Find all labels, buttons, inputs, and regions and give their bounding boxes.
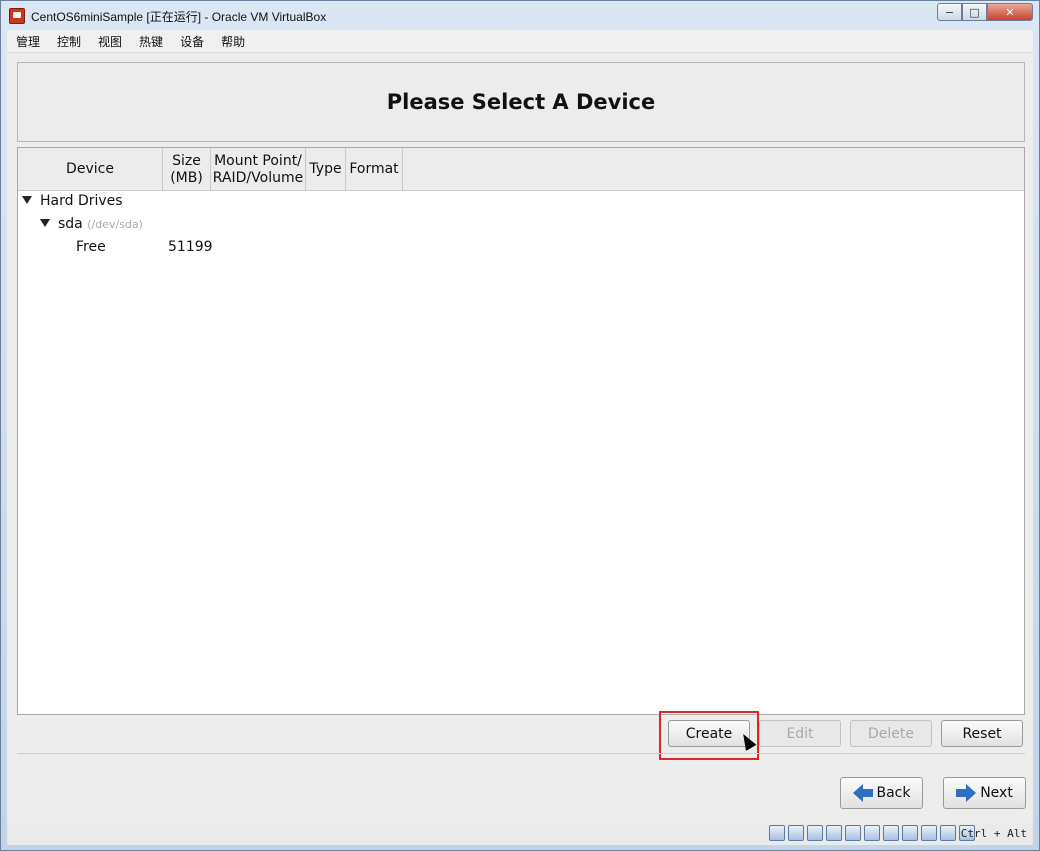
next-label: Next (980, 785, 1013, 801)
menu-manage[interactable]: 管理 (7, 33, 48, 50)
page-header: Please Select A Device (17, 62, 1025, 142)
tree-item-hard-drives[interactable]: Hard Drives (22, 193, 123, 209)
menu-hotkeys[interactable]: 热键 (130, 33, 171, 50)
column-size[interactable]: Size (MB) (163, 148, 211, 191)
column-format[interactable]: Format (346, 148, 403, 191)
menu-view[interactable]: 视图 (89, 33, 130, 50)
edit-button[interactable]: Edit (759, 720, 841, 747)
expander-down-icon[interactable] (22, 196, 32, 204)
column-device-label: Device (66, 161, 114, 177)
virtualbox-app-icon (9, 8, 25, 24)
reset-button[interactable]: Reset (941, 720, 1023, 747)
cpu-icon[interactable] (921, 825, 937, 841)
minimize-button[interactable]: − (937, 3, 962, 21)
column-device[interactable]: Device (18, 148, 163, 191)
menu-help[interactable]: 帮助 (212, 33, 253, 50)
sda-label: sda (58, 216, 83, 232)
column-headers: Device Size (MB) Mount Point/ RAID/Volum… (18, 148, 1024, 191)
free-size-value: 51199 (168, 239, 213, 255)
column-mount[interactable]: Mount Point/ RAID/Volume (211, 148, 306, 191)
column-type-label: Type (309, 161, 342, 177)
guest-screen[interactable]: Please Select A Device Device Size (MB) … (7, 53, 1033, 823)
hard-drives-label: Hard Drives (40, 193, 123, 209)
device-tree[interactable]: Device Size (MB) Mount Point/ RAID/Volum… (17, 147, 1025, 715)
host-key-label: Ctrl + Alt (960, 827, 1027, 840)
column-format-label: Format (349, 161, 399, 177)
shared-folder-icon[interactable] (864, 825, 880, 841)
optical-drive-icon[interactable] (788, 825, 804, 841)
tree-item-free[interactable]: Free (76, 239, 106, 255)
menu-control[interactable]: 控制 (48, 33, 89, 50)
arrow-right-icon (956, 784, 977, 802)
column-mount-label-2: RAID/Volume (212, 169, 304, 186)
separator (17, 753, 1025, 754)
title-bar[interactable]: CentOS6miniSample [正在运行] - Oracle VM Vir… (1, 1, 1039, 30)
delete-button[interactable]: Delete (850, 720, 932, 747)
close-button[interactable]: ✕ (987, 3, 1033, 21)
hard-disk-icon[interactable] (769, 825, 785, 841)
menu-devices[interactable]: 设备 (171, 33, 212, 50)
page-title: Please Select A Device (386, 90, 656, 114)
status-icons (769, 825, 975, 841)
status-bar: Ctrl + Alt (7, 823, 1033, 845)
tree-item-sda[interactable]: sda (/dev/sda) (40, 216, 143, 232)
window-controls: − □ ✕ (937, 3, 1033, 21)
back-button[interactable]: Back (840, 777, 923, 809)
column-size-label-1: Size (172, 152, 201, 169)
maximize-button[interactable]: □ (962, 3, 987, 21)
menu-bar: 管理 控制 视图 热键 设备 帮助 (7, 30, 1033, 53)
column-type[interactable]: Type (306, 148, 346, 191)
display-icon[interactable] (883, 825, 899, 841)
mouse-integration-icon[interactable] (940, 825, 956, 841)
column-size-label-2: (MB) (170, 169, 203, 186)
next-button[interactable]: Next (943, 777, 1026, 809)
arrow-left-icon (852, 784, 873, 802)
window-title: CentOS6miniSample [正在运行] - Oracle VM Vir… (31, 10, 327, 24)
network-icon[interactable] (826, 825, 842, 841)
audio-icon[interactable] (807, 825, 823, 841)
video-capture-icon[interactable] (902, 825, 918, 841)
expander-down-icon[interactable] (40, 219, 50, 227)
free-label: Free (76, 239, 106, 255)
column-mount-label-1: Mount Point/ (214, 152, 302, 169)
sda-path-label: (/dev/sda) (87, 218, 143, 231)
back-label: Back (876, 785, 911, 801)
virtualbox-window: CentOS6miniSample [正在运行] - Oracle VM Vir… (0, 0, 1040, 851)
usb-icon[interactable] (845, 825, 861, 841)
